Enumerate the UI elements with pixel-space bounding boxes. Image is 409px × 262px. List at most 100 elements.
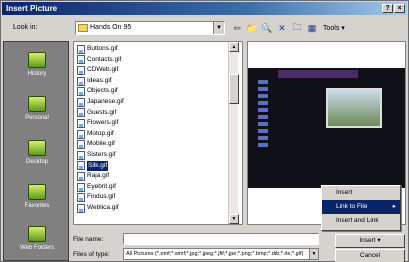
image-file-icon: [77, 97, 85, 107]
place-favorites[interactable]: Favorites: [4, 178, 70, 220]
new-folder-icon[interactable]: 🗀: [291, 22, 303, 34]
image-file-icon: [77, 150, 85, 160]
file-list-item[interactable]: Japanese.gif: [77, 97, 124, 108]
favorites-icon: [28, 184, 46, 200]
title-bar-controls: ? ×: [382, 4, 405, 13]
image-file-icon: [77, 118, 85, 128]
menu-item-label: Insert: [336, 189, 353, 196]
scroll-up-arrow-icon[interactable]: ▲: [229, 42, 239, 52]
place-personal[interactable]: Personal: [4, 90, 70, 132]
file-column: Buttons.gif Contacts.gif CDWeb.gif Ideas.gi…: [77, 44, 124, 214]
file-list-item[interactable]: Findus.gif: [77, 192, 124, 203]
file-list-scrollbar[interactable]: ▲ ▼: [228, 42, 239, 224]
delete-icon[interactable]: ✕: [276, 22, 288, 34]
web-folders-icon: [28, 226, 46, 242]
file-list-item[interactable]: Ideas.gif: [77, 76, 124, 87]
folder-icon: [78, 24, 88, 32]
image-file-icon: [77, 193, 85, 203]
file-type-value: All Pictures (*.emf;*.wmf;*.jpg;*.jpeg;*…: [126, 251, 304, 257]
chevron-down-icon[interactable]: ▼: [309, 249, 318, 259]
file-name: Motop.gif: [87, 129, 114, 137]
insert-options-menu: Insert Link to File ▸ Insert and Link: [321, 185, 401, 231]
file-list-item[interactable]: CDWeb.gif: [77, 65, 124, 76]
look-in-label: Look in:: [13, 24, 38, 31]
file-name: Guests.gif: [87, 108, 117, 116]
up-folder-icon[interactable]: 📁: [246, 22, 258, 34]
scroll-down-arrow-icon[interactable]: ▼: [229, 214, 239, 224]
menu-item-label: Insert and Link: [336, 217, 379, 224]
file-name: Ideas.gif: [87, 76, 112, 84]
personal-folder-icon: [28, 96, 46, 112]
preview-header-band: [278, 70, 358, 78]
submenu-arrow-icon: ▸: [392, 203, 396, 210]
look-in-value: Hands On 95: [90, 24, 132, 31]
menu-item-label: Link to File: [336, 203, 368, 210]
menu-item-insert[interactable]: Insert: [322, 186, 400, 200]
views-icon[interactable]: ▦: [306, 22, 318, 34]
tools-menu[interactable]: Tools ▾: [323, 24, 345, 32]
image-file-icon: [77, 87, 85, 97]
file-list-item[interactable]: Silk.gif: [77, 160, 124, 172]
file-name: Weblica.gif: [87, 203, 119, 211]
menu-item-insert-and-link[interactable]: Insert and Link: [322, 214, 400, 228]
image-file-icon: [77, 44, 85, 54]
file-list-item[interactable]: Motop.gif: [77, 129, 124, 140]
insert-button[interactable]: Insert ▾: [335, 234, 405, 248]
close-button[interactable]: ×: [394, 4, 405, 13]
file-list-item[interactable]: Eyebrit.gif: [77, 182, 124, 193]
file-name: Flowers.gif: [87, 119, 119, 127]
menu-item-link-to-file[interactable]: Link to File ▸: [322, 200, 400, 214]
file-type-label: Files of type:: [73, 251, 110, 258]
image-file-icon: [77, 203, 85, 213]
look-in-dropdown[interactable]: Hands On 95 ▼: [75, 21, 225, 35]
window-title: Insert Picture: [6, 4, 58, 13]
place-desktop[interactable]: Desktop: [4, 134, 70, 176]
place-web-folders[interactable]: Web Folders: [4, 220, 70, 262]
file-list-item[interactable]: Objects.gif: [77, 86, 124, 97]
place-label: Personal: [25, 115, 49, 121]
chevron-down-icon[interactable]: ▼: [213, 22, 224, 34]
place-label: Desktop: [25, 159, 48, 165]
file-name: Raja.gif: [87, 172, 110, 180]
back-icon[interactable]: ⇦: [231, 22, 243, 34]
file-list-item[interactable]: Flowers.gif: [77, 118, 124, 129]
image-file-icon: [77, 76, 85, 86]
toolbar: Look in: Hands On 95 ▼ ⇦ 📁 🔍 ✕ 🗀 ▦ Tools…: [3, 19, 406, 37]
file-name-label: File name:: [73, 236, 104, 243]
toolbar-icons: ⇦ 📁 🔍 ✕ 🗀 ▦ Tools ▾: [231, 22, 345, 34]
insert-picture-dialog: Insert Picture ? × Look in: Hands On 95 …: [0, 0, 409, 262]
cancel-button[interactable]: Cancel: [335, 249, 405, 262]
place-history[interactable]: History: [4, 46, 70, 88]
help-button[interactable]: ?: [382, 4, 393, 13]
file-name: Contacts.gif: [87, 55, 122, 63]
place-label: Web Folders: [20, 245, 54, 251]
file-list-item[interactable]: Guests.gif: [77, 108, 124, 119]
file-list-item[interactable]: Raja.gif: [77, 171, 124, 182]
image-file-icon: [77, 182, 85, 192]
image-file-icon: [77, 161, 85, 171]
place-label: History: [27, 71, 47, 77]
file-list: Buttons.gif Contacts.gif CDWeb.gif Ideas.gi…: [73, 41, 243, 225]
file-list-item[interactable]: Mobile.gif: [77, 139, 124, 150]
preview-menu-bar: [258, 80, 268, 150]
file-name: Silk.gif: [87, 160, 109, 172]
places-bar: History Personal Desktop Favorites Web F…: [3, 41, 69, 261]
image-file-icon: [77, 171, 85, 181]
title-bar: Insert Picture ? ×: [2, 2, 407, 15]
file-name: Mobile.gif: [87, 140, 115, 148]
preview-photo: [326, 88, 382, 128]
search-web-icon[interactable]: 🔍: [261, 22, 273, 34]
file-name: Japanese.gif: [87, 97, 124, 105]
scroll-thumb[interactable]: [229, 74, 239, 104]
file-name-input[interactable]: [123, 233, 319, 245]
file-list-item[interactable]: Weblica.gif: [77, 203, 124, 214]
preview-image: [248, 68, 405, 188]
file-type-select[interactable]: All Pictures (*.emf;*.wmf;*.jpg;*.jpeg;*…: [123, 248, 319, 260]
file-name: CDWeb.gif: [87, 66, 119, 74]
file-list-item[interactable]: Contacts.gif: [77, 55, 124, 66]
history-icon: [28, 52, 46, 68]
image-file-icon: [77, 65, 85, 75]
file-list-item[interactable]: Buttons.gif: [77, 44, 124, 55]
place-label: Favorites: [24, 203, 50, 209]
file-list-item[interactable]: Sisters.gif: [77, 150, 124, 161]
